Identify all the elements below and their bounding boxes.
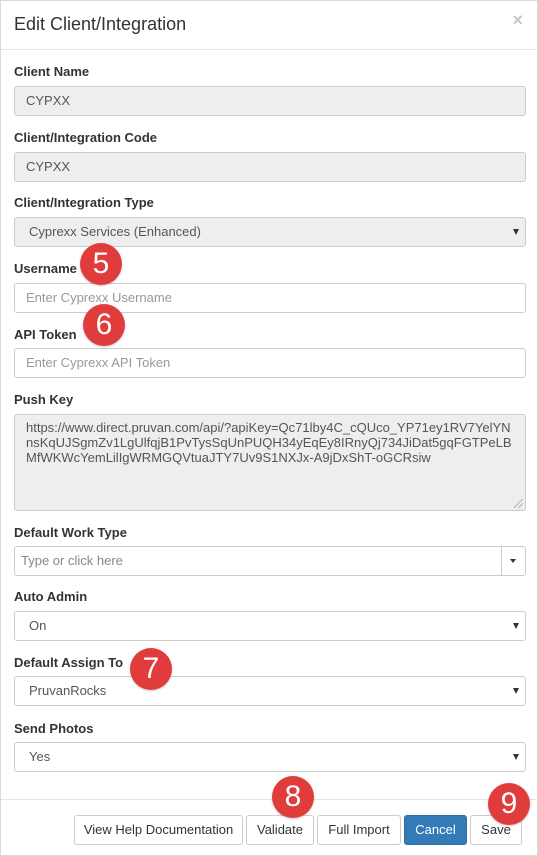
send-photos-label: Send Photos xyxy=(14,721,94,736)
send-photos-select[interactable]: Yes xyxy=(14,742,526,772)
default-assign-to-label: Default Assign To xyxy=(14,655,124,670)
step-badge-8: 8 xyxy=(272,776,314,818)
edit-client-modal: Edit Client/Integration × Client Name CY… xyxy=(0,0,538,856)
client-code-input[interactable]: CYPXX xyxy=(14,152,526,182)
client-name-input[interactable]: CYPXX xyxy=(14,86,526,116)
chevron-down-icon xyxy=(513,754,519,760)
api-token-input[interactable]: Enter Cyprexx API Token xyxy=(14,348,526,378)
api-token-label: API Token xyxy=(14,327,77,342)
caret-down-icon xyxy=(510,559,516,563)
client-type-value: Cyprexx Services (Enhanced) xyxy=(29,224,201,239)
validate-button[interactable]: Validate xyxy=(246,815,314,845)
step-badge-5: 5 xyxy=(80,243,122,285)
default-work-type-input[interactable]: Type or click here xyxy=(21,547,123,575)
default-work-type-combobox[interactable]: Type or click here xyxy=(14,546,526,576)
send-photos-value: Yes xyxy=(29,749,51,764)
step-badge-6: 6 xyxy=(83,304,125,346)
default-work-type-label: Default Work Type xyxy=(14,525,127,540)
modal-header: Edit Client/Integration × xyxy=(1,1,537,50)
close-icon[interactable]: × xyxy=(512,11,523,29)
client-name-label: Client Name xyxy=(14,64,90,79)
client-code-label: Client/Integration Code xyxy=(14,130,157,145)
modal-title: Edit Client/Integration xyxy=(14,14,187,34)
default-work-type-toggle[interactable] xyxy=(501,547,525,575)
username-label: Username xyxy=(14,261,77,276)
default-assign-to-value: PruvanRocks xyxy=(29,683,107,698)
auto-admin-value: On xyxy=(29,618,47,633)
cancel-button[interactable]: Cancel xyxy=(404,815,467,845)
chevron-down-icon xyxy=(513,229,519,235)
chevron-down-icon xyxy=(513,688,519,694)
full-import-button[interactable]: Full Import xyxy=(317,815,401,845)
push-key-value: https://www.direct.pruvan.com/api/?apiKe… xyxy=(26,420,512,465)
default-assign-to-select[interactable]: PruvanRocks xyxy=(14,676,526,706)
push-key-label: Push Key xyxy=(14,392,74,407)
step-badge-7: 7 xyxy=(130,648,172,690)
view-help-documentation-button[interactable]: View Help Documentation xyxy=(74,815,243,845)
auto-admin-label: Auto Admin xyxy=(14,589,88,604)
chevron-down-icon xyxy=(513,623,519,629)
step-badge-9: 9 xyxy=(488,783,530,825)
client-type-label: Client/Integration Type xyxy=(14,195,154,210)
push-key-textarea[interactable]: https://www.direct.pruvan.com/api/?apiKe… xyxy=(14,414,526,511)
auto-admin-select[interactable]: On xyxy=(14,611,526,641)
client-type-select[interactable]: Cyprexx Services (Enhanced) xyxy=(14,217,526,247)
resize-grip-icon[interactable] xyxy=(514,499,523,508)
